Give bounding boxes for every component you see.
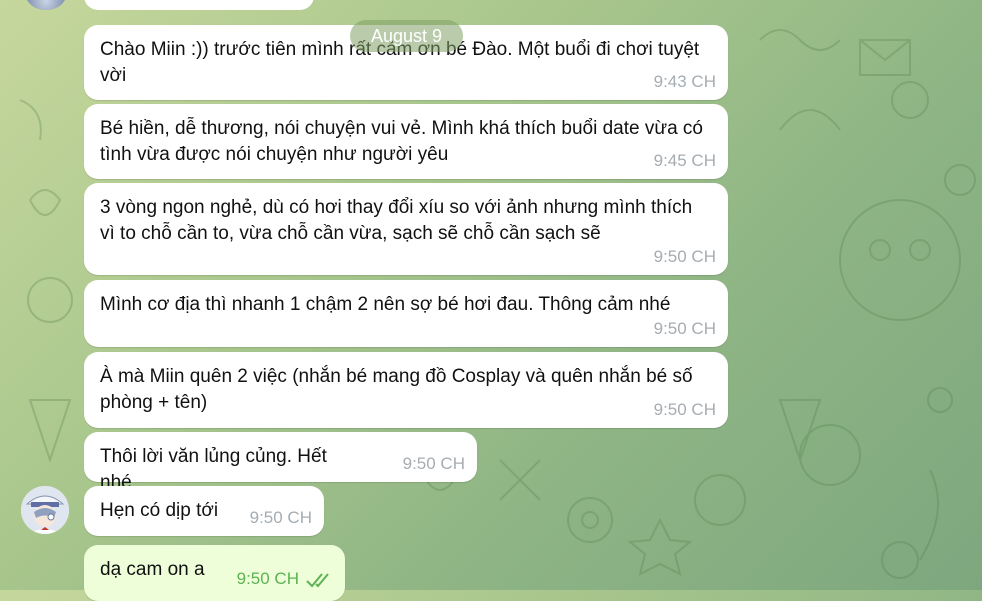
message-time: 9:50 CH — [653, 319, 716, 338]
message-text: Mình cơ địa thì nhanh 1 chậm 2 nên sợ bé… — [100, 294, 671, 315]
message-text: Hẹn có dịp tới — [100, 500, 219, 521]
message-time: 9:50 CH — [402, 454, 465, 473]
message-time: 9:50 CH — [653, 247, 716, 266]
previous-avatar — [26, 0, 66, 10]
outgoing-message-bubble[interactable]: dạ cam on a 9:50 CH — [84, 545, 345, 601]
double-check-icon — [306, 573, 329, 588]
message-text: dạ cam on a — [100, 559, 205, 580]
message-bubble-5[interactable]: À mà Miin quên 2 việc (nhắn bé mang đồ C… — [84, 352, 728, 428]
date-separator: August 9 — [350, 20, 463, 52]
previous-message-bubble — [84, 0, 314, 10]
message-bubble-7[interactable]: Hẹn có dịp tới 9:50 CH — [84, 486, 324, 536]
message-text: 3 vòng ngon nghẻ, dù có hơi thay đổi xíu… — [100, 197, 693, 244]
message-bubble-2[interactable]: Bé hiền, dễ thương, nói chuyện vui vẻ. M… — [84, 104, 728, 179]
message-time: 9:50 CH — [236, 569, 299, 588]
avatar-image — [21, 486, 69, 534]
message-bubble-3[interactable]: 3 vòng ngon nghẻ, dù có hơi thay đổi xíu… — [84, 183, 728, 275]
message-time: 9:50 CH — [249, 508, 312, 527]
message-text: Bé hiền, dễ thương, nói chuyện vui vẻ. M… — [100, 118, 703, 165]
sender-avatar[interactable] — [21, 486, 69, 534]
message-bubble-6[interactable]: Thôi lời văn lủng củng. Hết nhé 9:50 CH — [84, 432, 477, 493]
message-text: À mà Miin quên 2 việc (nhắn bé mang đồ C… — [100, 366, 693, 413]
message-time: 9:45 CH — [653, 151, 716, 170]
message-time: 9:50 CH — [653, 400, 716, 419]
message-bubble-4[interactable]: Mình cơ địa thì nhanh 1 chậm 2 nên sợ bé… — [84, 280, 728, 347]
message-time: 9:43 CH — [653, 72, 716, 91]
